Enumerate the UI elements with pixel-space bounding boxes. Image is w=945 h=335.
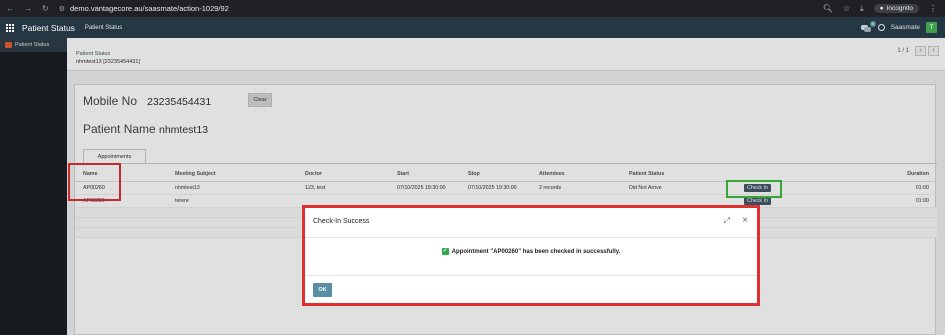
url-text: demo.vantagecore.au/saasmate/action-1029… xyxy=(69,4,229,13)
browser-menu-icon[interactable]: ⋮ xyxy=(929,4,937,13)
checkmark-icon: ✓ xyxy=(441,248,449,255)
ok-button[interactable]: OK xyxy=(313,283,332,297)
user-name[interactable]: Saasmate xyxy=(891,24,920,31)
menu-item-patient-status[interactable]: Patient Status xyxy=(85,25,122,31)
check-in-success-dialog: Check-In Success ⤢ × ✓ Appointment "AP00… xyxy=(302,205,760,306)
back-icon[interactable]: ← xyxy=(6,4,14,13)
messaging-icon[interactable]: 5 xyxy=(860,20,876,32)
apps-grid-icon[interactable] xyxy=(6,23,14,32)
dialog-footer-divider xyxy=(305,275,757,276)
dialog-divider xyxy=(305,237,757,238)
dialog-title: Check-In Success xyxy=(313,218,370,225)
incognito-label: Incognito xyxy=(886,5,913,12)
incognito-badge[interactable]: ● Incognito xyxy=(873,4,919,13)
app-title[interactable]: Patient Status xyxy=(22,23,75,33)
app-navbar: Patient Status Patient Status 5 Saasmate… xyxy=(0,17,945,38)
expand-icon[interactable]: ⤢ xyxy=(724,216,730,226)
forward-icon[interactable]: → xyxy=(24,4,32,13)
dialog-message-text: Appointment "AP00260" has been checked i… xyxy=(451,248,621,255)
dialog-message: ✓ Appointment "AP00260" has been checked… xyxy=(305,248,757,255)
browser-toolbar: ← → ↻ ⚙ demo.vantagecore.au/saasmate/act… xyxy=(0,0,945,17)
browser-actions: 🔍︎ ☆ ⤓ ● Incognito ⋮ xyxy=(823,0,937,17)
browser-nav: ← → ↻ xyxy=(0,4,49,13)
close-icon[interactable]: × xyxy=(742,215,748,226)
reload-icon[interactable]: ↻ xyxy=(42,4,49,13)
address-bar[interactable]: ⚙ demo.vantagecore.au/saasmate/action-10… xyxy=(59,4,229,13)
download-icon[interactable]: ⤓ xyxy=(860,4,864,14)
activity-clock-icon[interactable] xyxy=(877,24,885,31)
user-avatar[interactable]: T xyxy=(926,22,937,33)
message-count-badge: 5 xyxy=(869,20,876,27)
zoom-icon[interactable]: 🔍︎ xyxy=(823,4,833,13)
star-icon[interactable]: ☆ xyxy=(843,4,850,13)
navbar-systray: 5 Saasmate T xyxy=(860,17,937,38)
site-info-icon[interactable]: ⚙ xyxy=(59,5,65,13)
incognito-icon: ● xyxy=(879,5,884,12)
